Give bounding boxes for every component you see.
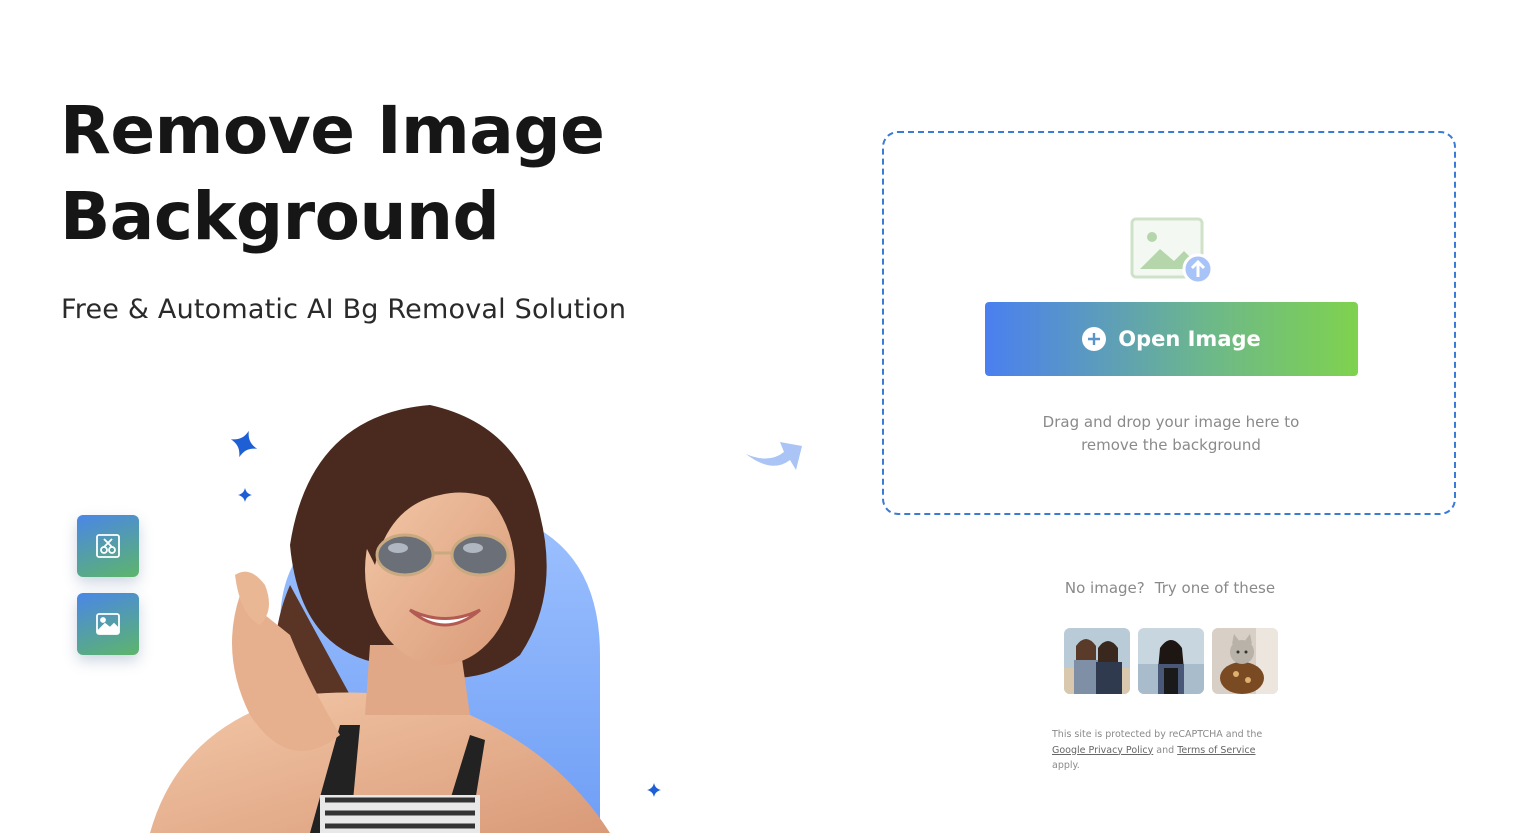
cutout-tool-button[interactable] (77, 515, 139, 577)
image-tool-icon (96, 613, 120, 635)
samples-label: No image? Try one of these (1000, 579, 1340, 597)
sample-two-women[interactable] (1064, 628, 1130, 694)
page: Remove Image Background Free & Automatic… (0, 0, 1536, 833)
recaptcha-notice: This site is protected by reCAPTCHA and … (1052, 727, 1292, 774)
open-image-button[interactable]: Open Image (985, 302, 1358, 376)
drop-line2: remove the background (1081, 436, 1261, 454)
hero-subtitle: Free & Automatic AI Bg Removal Solution (61, 294, 627, 325)
terms-of-service-link[interactable]: Terms of Service (1177, 745, 1255, 756)
sample-images (1064, 628, 1278, 694)
image-tool-button[interactable] (77, 593, 139, 655)
arrow-icon (746, 442, 802, 470)
cutout-tool-icon (96, 534, 120, 558)
recaptcha-and: and (1156, 744, 1175, 756)
open-image-label: Open Image (1118, 327, 1261, 351)
samples-label-part2: Try one of these (1154, 579, 1276, 597)
recaptcha-text2: apply. (1052, 760, 1080, 771)
upload-dropzone[interactable]: Open Image Drag and drop your image here… (882, 131, 1456, 515)
sample-cat[interactable] (1212, 628, 1278, 694)
drop-line1: Drag and drop your image here to (1042, 413, 1300, 431)
privacy-policy-link[interactable]: Google Privacy Policy (1052, 745, 1153, 756)
hero-title-line1: Remove Image (60, 92, 605, 169)
drop-instructions: Drag and drop your image here to remove … (984, 411, 1358, 457)
sparkle-icon (647, 783, 661, 797)
plus-circle-icon (1082, 327, 1107, 351)
samples-label-part1: No image? (1064, 579, 1145, 597)
sample-woman-beach[interactable] (1138, 628, 1204, 694)
hero-illustration (150, 405, 610, 833)
image-upload-icon (1130, 217, 1214, 285)
hero-title-line2: Background (60, 178, 500, 255)
hero-title: Remove Image Background (60, 88, 700, 260)
recaptcha-text1: This site is protected by reCAPTCHA and … (1052, 729, 1263, 740)
